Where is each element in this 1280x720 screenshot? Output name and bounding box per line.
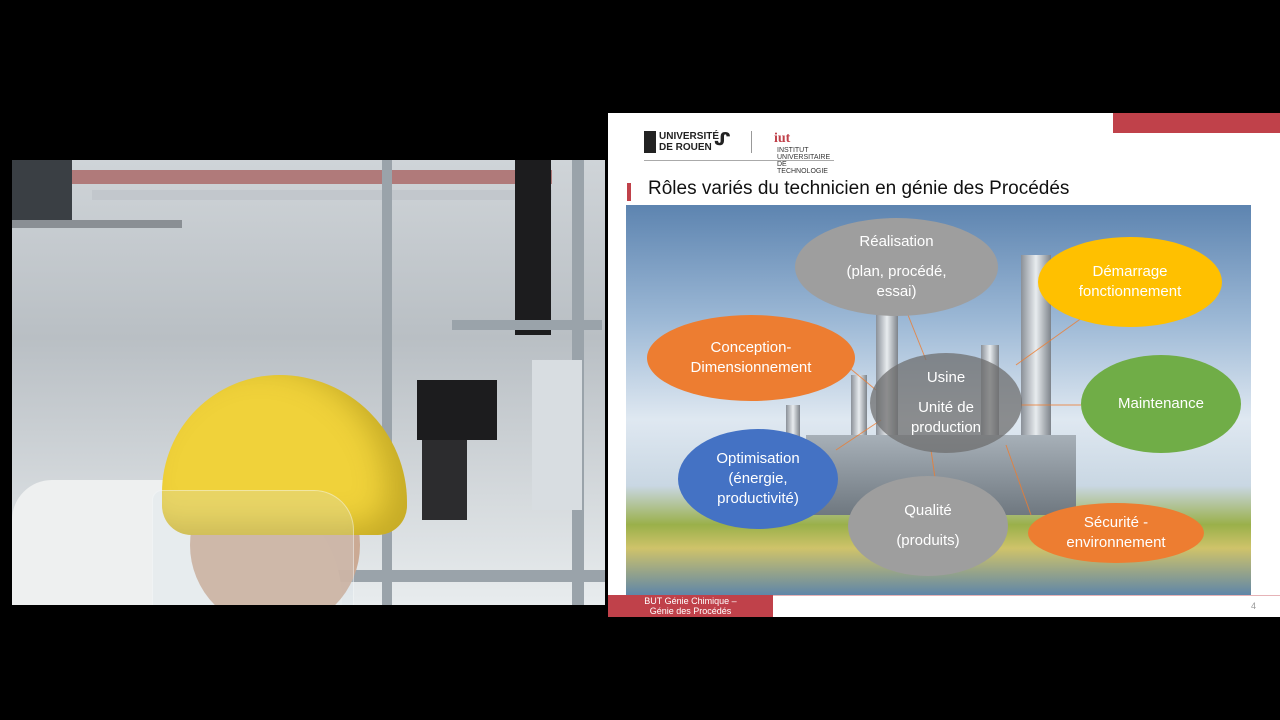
logo-underline bbox=[644, 160, 834, 161]
bubble-realisation: Réalisation (plan, procédé, essai) bbox=[795, 218, 998, 316]
title-marker bbox=[627, 183, 631, 201]
logo-divider bbox=[751, 131, 752, 153]
presenter-webcam bbox=[12, 160, 605, 605]
bubble-maintenance: Maintenance bbox=[1081, 355, 1241, 453]
bubble-demarrage: Démarrage fonctionnement bbox=[1038, 237, 1222, 327]
bubble-qualite: Qualité (produits) bbox=[848, 476, 1008, 576]
bubble-securite: Sécurité - environnement bbox=[1028, 503, 1204, 563]
slide-title: Rôles variés du technicien en génie des … bbox=[648, 178, 1070, 199]
iut-logo: iutINSTITUT UNIVERSITAIRE DE TECHNOLOGIE bbox=[774, 131, 831, 175]
university-logo: UNIVERSITÉ DE ROUEN bbox=[644, 131, 719, 153]
partner-logo-icon: ᔑ bbox=[714, 129, 731, 150]
face-shield bbox=[152, 490, 354, 605]
page-number: 4 bbox=[1250, 601, 1256, 611]
logo-bar: UNIVERSITÉ DE ROUEN ᔑ iutINSTITUT UNIVERS… bbox=[644, 127, 834, 175]
accent-bar bbox=[1113, 113, 1280, 133]
bubble-optimisation: Optimisation (énergie, productivité) bbox=[678, 429, 838, 529]
footer-rule bbox=[773, 595, 1280, 596]
bubble-conception: Conception- Dimensionnement bbox=[647, 315, 855, 401]
bubble-usine: Usine Unité de production bbox=[870, 353, 1022, 453]
slide-footer: BUT Génie Chimique – Génie des Procédés bbox=[608, 595, 773, 617]
presentation-slide: UNIVERSITÉ DE ROUEN ᔑ iutINSTITUT UNIVERS… bbox=[608, 113, 1280, 617]
